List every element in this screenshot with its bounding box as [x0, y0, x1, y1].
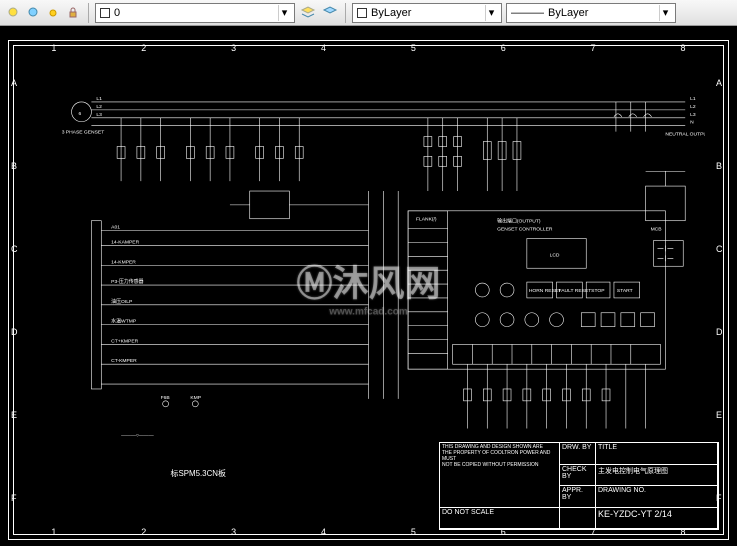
linetype-preview: ——— [511, 7, 544, 19]
separator [345, 3, 346, 23]
svg-text:A01: A01 [111, 225, 120, 231]
svg-text:14-KMPER: 14-KMPER [111, 259, 136, 265]
svg-text:L2: L2 [690, 104, 696, 110]
svg-text:P3-压力传感器: P3-压力传感器 [111, 278, 143, 285]
chevron-down-icon[interactable]: ▾ [659, 5, 671, 21]
color-combo[interactable]: ByLayer ▾ [352, 3, 502, 23]
svg-text:L2: L2 [96, 104, 102, 110]
svg-text:F6B: F6B [161, 395, 171, 401]
svg-text:GENSET CONTROLLER: GENSET CONTROLLER [497, 227, 553, 233]
drawing-border: 12345678 12345678 ABCDEF ABCDEF 6 3 PHAS… [8, 40, 729, 540]
layer-color-swatch [100, 8, 110, 18]
check-by-label: CHECK BY [560, 465, 596, 487]
svg-text:L3: L3 [96, 112, 102, 118]
chevron-down-icon[interactable]: ▾ [278, 5, 290, 21]
drawing-no-label: DRAWING NO. [596, 486, 718, 508]
svg-text:———○———: ———○——— [121, 433, 154, 438]
svg-text:CT+KMPER: CT+KMPER [111, 338, 138, 344]
drawn-by-label: DRW. BY [560, 443, 596, 465]
drawing-canvas[interactable]: 12345678 12345678 ABCDEF ABCDEF 6 3 PHAS… [0, 26, 737, 546]
svg-text:6: 6 [79, 111, 82, 117]
title-block: THIS DRAWING AND DESIGN SHOWN ARE THE PR… [439, 442, 719, 530]
color-swatch [357, 8, 367, 18]
svg-text:L1: L1 [690, 96, 696, 102]
layer-combo-value: 0 [114, 7, 120, 19]
bulb-yellow-icon[interactable] [4, 4, 22, 22]
linetype-combo-value: ByLayer [548, 7, 588, 19]
ownership-note: THIS DRAWING AND DESIGN SHOWN ARE THE PR… [440, 443, 560, 508]
svg-text:输出端口(OUTPUT): 输出端口(OUTPUT) [497, 218, 541, 225]
scale-note: DO NOT SCALE [440, 508, 560, 530]
drawing-no-value: KE-YZDC-YT 2/14 [596, 508, 718, 530]
svg-text:N: N [690, 120, 694, 126]
inner-frame: 6 3 PHASE GENSET L1 L2 L3 L1 L2 L3 N NEU… [13, 45, 724, 535]
svg-text:KMP: KMP [190, 395, 201, 401]
chevron-down-icon[interactable]: ▾ [485, 5, 497, 21]
svg-text:油压OILP: 油压OILP [111, 298, 133, 305]
svg-text:LCD: LCD [550, 252, 560, 258]
svg-text:水温WTMP: 水温WTMP [111, 318, 137, 325]
svg-text:FLANK(/): FLANK(/) [416, 217, 437, 223]
title-label: TITLE [596, 443, 718, 465]
title-value: 主发电控制电气原理图 [596, 465, 718, 487]
separator [88, 3, 89, 23]
toolbar: 0 ▾ ByLayer ▾ ——— ByLayer ▾ [0, 0, 737, 26]
svg-text:MCB: MCB [651, 227, 663, 233]
color-combo-value: ByLayer [371, 7, 411, 19]
sun-icon[interactable] [44, 4, 62, 22]
blank-cell [560, 508, 596, 530]
svg-text:14-KAMPER: 14-KAMPER [111, 239, 139, 245]
svg-text:CT-KMPER: CT-KMPER [111, 358, 137, 364]
layer-prev-icon[interactable] [321, 4, 339, 22]
layer-stack-icon[interactable] [299, 4, 317, 22]
appr-by-label: APPR. BY [560, 486, 596, 508]
svg-text:NEUTRAL OUTPUT: NEUTRAL OUTPUT [665, 132, 705, 138]
tool-icon-group [4, 4, 82, 22]
svg-text:L3: L3 [690, 112, 696, 118]
svg-text:STOP: STOP [591, 288, 605, 294]
svg-text:L1: L1 [96, 96, 102, 102]
layer-lock-icon[interactable] [64, 4, 82, 22]
linetype-combo[interactable]: ——— ByLayer ▾ [506, 3, 676, 23]
bulb-blue-icon[interactable] [24, 4, 42, 22]
svg-text:3 PHASE GENSET: 3 PHASE GENSET [62, 130, 105, 136]
svg-text:START: START [617, 288, 633, 294]
layer-combo[interactable]: 0 ▾ [95, 3, 295, 23]
svg-text:标SPM5.3CN板: 标SPM5.3CN板 [171, 468, 226, 478]
